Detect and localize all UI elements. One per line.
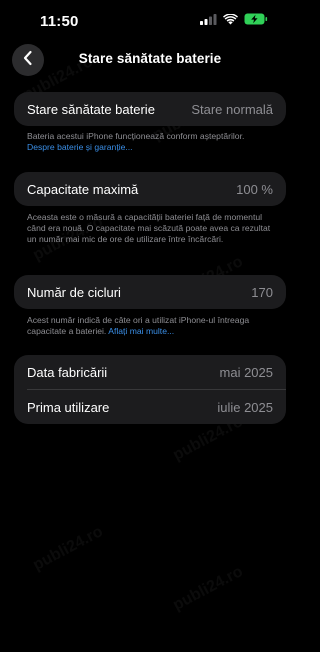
manufacture-date-value: mai 2025: [219, 364, 273, 380]
cycle-count-row: Număr de cicluri 170: [14, 275, 286, 309]
battery-health-label: Stare sănătate baterie: [27, 101, 155, 117]
status-bar: 11:50: [0, 0, 300, 44]
page-title: Stare sănătate baterie: [78, 51, 222, 66]
battery-charging-icon: [244, 12, 268, 30]
cycle-count-value: 170: [251, 284, 273, 300]
first-use-label: Prima utilizare: [27, 399, 110, 415]
wifi-icon: [223, 12, 238, 30]
learn-more-link[interactable]: Aflați mai multe...: [108, 326, 174, 336]
maximum-capacity-footnote: Aceasta este o măsură a capacității bate…: [27, 212, 271, 245]
navigation-bar: Stare sănătate baterie: [0, 40, 300, 80]
maximum-capacity-row: Capacitate maximă 100 %: [14, 172, 286, 206]
battery-health-description: Bateria acestui iPhone funcționează conf…: [27, 131, 245, 141]
cellular-signal-icon: [200, 12, 217, 30]
status-time: 11:50: [40, 13, 79, 30]
battery-health-footnote: Bateria acestui iPhone funcționează conf…: [27, 131, 279, 153]
status-icons: [200, 12, 268, 30]
cycle-count-footnote: Acest număr indică de câte ori a utiliza…: [27, 315, 279, 337]
watermark: publi24.ro: [170, 563, 246, 615]
dates-card: Data fabricării mai 2025 Prima utilizare…: [14, 355, 286, 424]
maximum-capacity-value: 100 %: [236, 181, 273, 197]
first-use-value: iulie 2025: [217, 399, 273, 415]
battery-health-value: Stare normală: [191, 101, 273, 117]
watermark: publi24.ro: [30, 523, 106, 575]
battery-warranty-link[interactable]: Despre baterie și garanție...: [27, 142, 133, 152]
maximum-capacity-label: Capacitate maximă: [27, 181, 139, 197]
battery-health-row[interactable]: Stare sănătate baterie Stare normală: [14, 92, 286, 126]
manufacture-date-label: Data fabricării: [27, 364, 108, 380]
cycle-count-label: Număr de cicluri: [27, 284, 121, 300]
